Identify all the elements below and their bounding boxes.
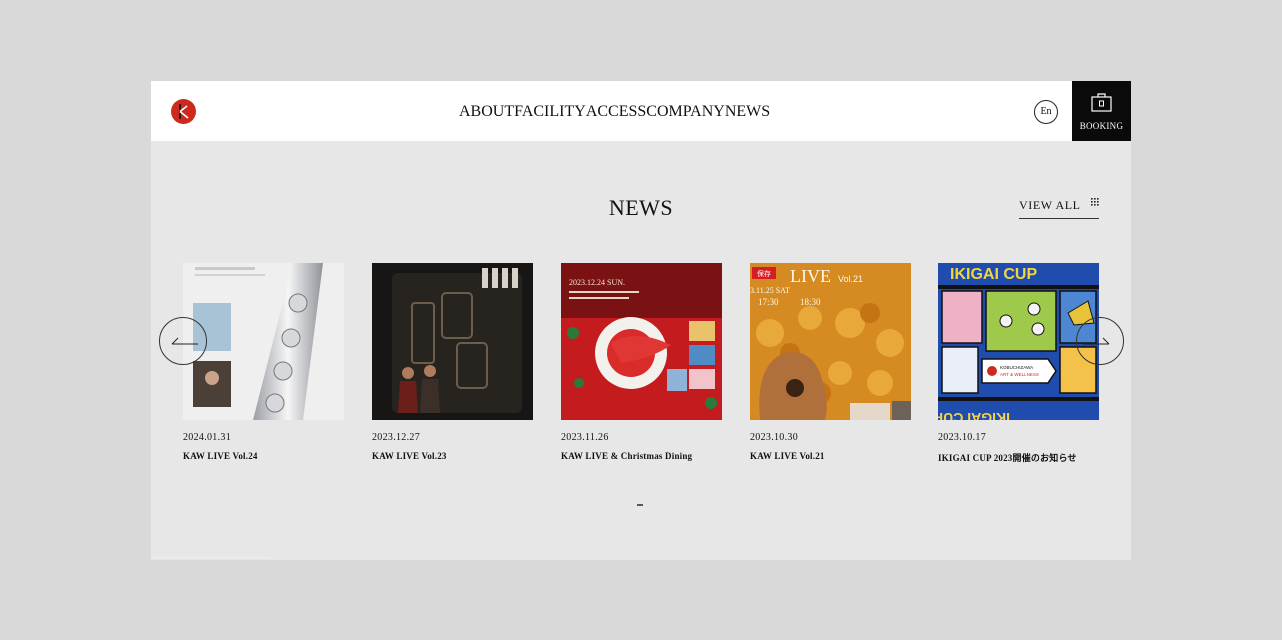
news-title: KAW LIVE & Christmas Dining <box>561 451 693 461</box>
booking-label: BOOKING <box>1079 121 1124 131</box>
arrow-left-icon <box>171 337 198 345</box>
view-all-link[interactable]: VIEW ALL <box>1019 196 1099 219</box>
language-toggle[interactable]: En <box>1034 100 1058 124</box>
thumb-event-date: 2023.12.24 SUN. <box>569 278 625 287</box>
grid-icon <box>1091 198 1099 206</box>
news-card[interactable]: 2023.12.24 SUN. 2023.11.26 KAW LIVE & Ch… <box>561 263 722 461</box>
news-card[interactable]: 保存 LIVE Vol.21 3.11.25 SAT 17:30 18:30 2… <box>750 263 911 461</box>
news-title: KAW LIVE Vol.21 <box>750 451 825 461</box>
thumb-sign-2: ART & WELLNESS <box>1000 372 1039 377</box>
carousel-next-button[interactable] <box>1076 317 1124 365</box>
thumb-badge: 保存 <box>757 269 771 278</box>
nav-news[interactable]: NEWS <box>725 103 770 121</box>
thumb-live-vol: Vol.21 <box>838 274 863 284</box>
nav-access[interactable]: ACCESS <box>586 103 646 121</box>
news-title: KAW LIVE Vol.24 <box>183 451 258 461</box>
nav-facility[interactable]: FACILITY <box>514 103 586 121</box>
news-heading: NEWS <box>608 195 674 220</box>
thumb-golf-title: IKIGAI CUP <box>950 266 1037 283</box>
thumb-sign-1: KOBUCHIZAWA <box>1000 365 1033 370</box>
thumb-live-title: LIVE <box>790 266 831 286</box>
carousel-prev-button[interactable] <box>159 317 207 365</box>
arrow-right-icon <box>1083 337 1110 345</box>
nav-company[interactable]: COMPANY <box>646 103 725 121</box>
carousel-pagination[interactable] <box>637 504 643 506</box>
site-header: ABOUT FACILITY ACCESS COMPANY NEWS En BO… <box>151 81 1131 141</box>
news-title: IKIGAI CUP 2023開催のお知らせ <box>938 453 1077 463</box>
news-title: KAW LIVE Vol.23 <box>372 451 447 461</box>
thumb-live-time2: 18:30 <box>800 297 821 307</box>
news-thumbnail <box>372 263 533 420</box>
main-nav: ABOUT FACILITY ACCESS COMPANY NEWS <box>459 103 770 121</box>
bag-icon <box>1091 93 1112 112</box>
news-date: 2023.10.17 <box>938 432 986 443</box>
news-date: 2023.12.27 <box>372 432 420 443</box>
news-thumbnail <box>183 263 344 420</box>
booking-button[interactable]: BOOKING <box>1072 81 1131 141</box>
news-thumbnail: 2023.12.24 SUN. <box>561 263 722 420</box>
news-card[interactable]: 2023.12.27 KAW LIVE Vol.23 <box>372 263 533 461</box>
news-date: 2023.11.26 <box>561 432 609 443</box>
news-thumbnail: 保存 LIVE Vol.21 3.11.25 SAT 17:30 18:30 <box>750 263 911 420</box>
thumb-live-date: 3.11.25 SAT <box>750 286 790 295</box>
news-date: 2024.01.31 <box>183 432 231 443</box>
news-card[interactable]: 2024.01.31 KAW LIVE Vol.24 <box>183 263 344 461</box>
news-date: 2023.10.30 <box>750 432 798 443</box>
divider <box>151 557 271 558</box>
nav-about[interactable]: ABOUT <box>459 103 514 121</box>
view-all-label: VIEW ALL <box>1019 198 1081 212</box>
thumb-golf-title-flipped: IKIGAI CUP <box>938 410 1010 420</box>
news-thumbnail: IKIGAI CUP KOBUCHIZAWA ART & WELLNESS IK… <box>938 263 1099 420</box>
thumb-live-time: 17:30 <box>758 297 779 307</box>
news-card[interactable]: IKIGAI CUP KOBUCHIZAWA ART & WELLNESS IK… <box>938 263 1099 463</box>
page-frame: ABOUT FACILITY ACCESS COMPANY NEWS En BO… <box>151 81 1131 560</box>
kaw-logo[interactable] <box>171 99 196 124</box>
